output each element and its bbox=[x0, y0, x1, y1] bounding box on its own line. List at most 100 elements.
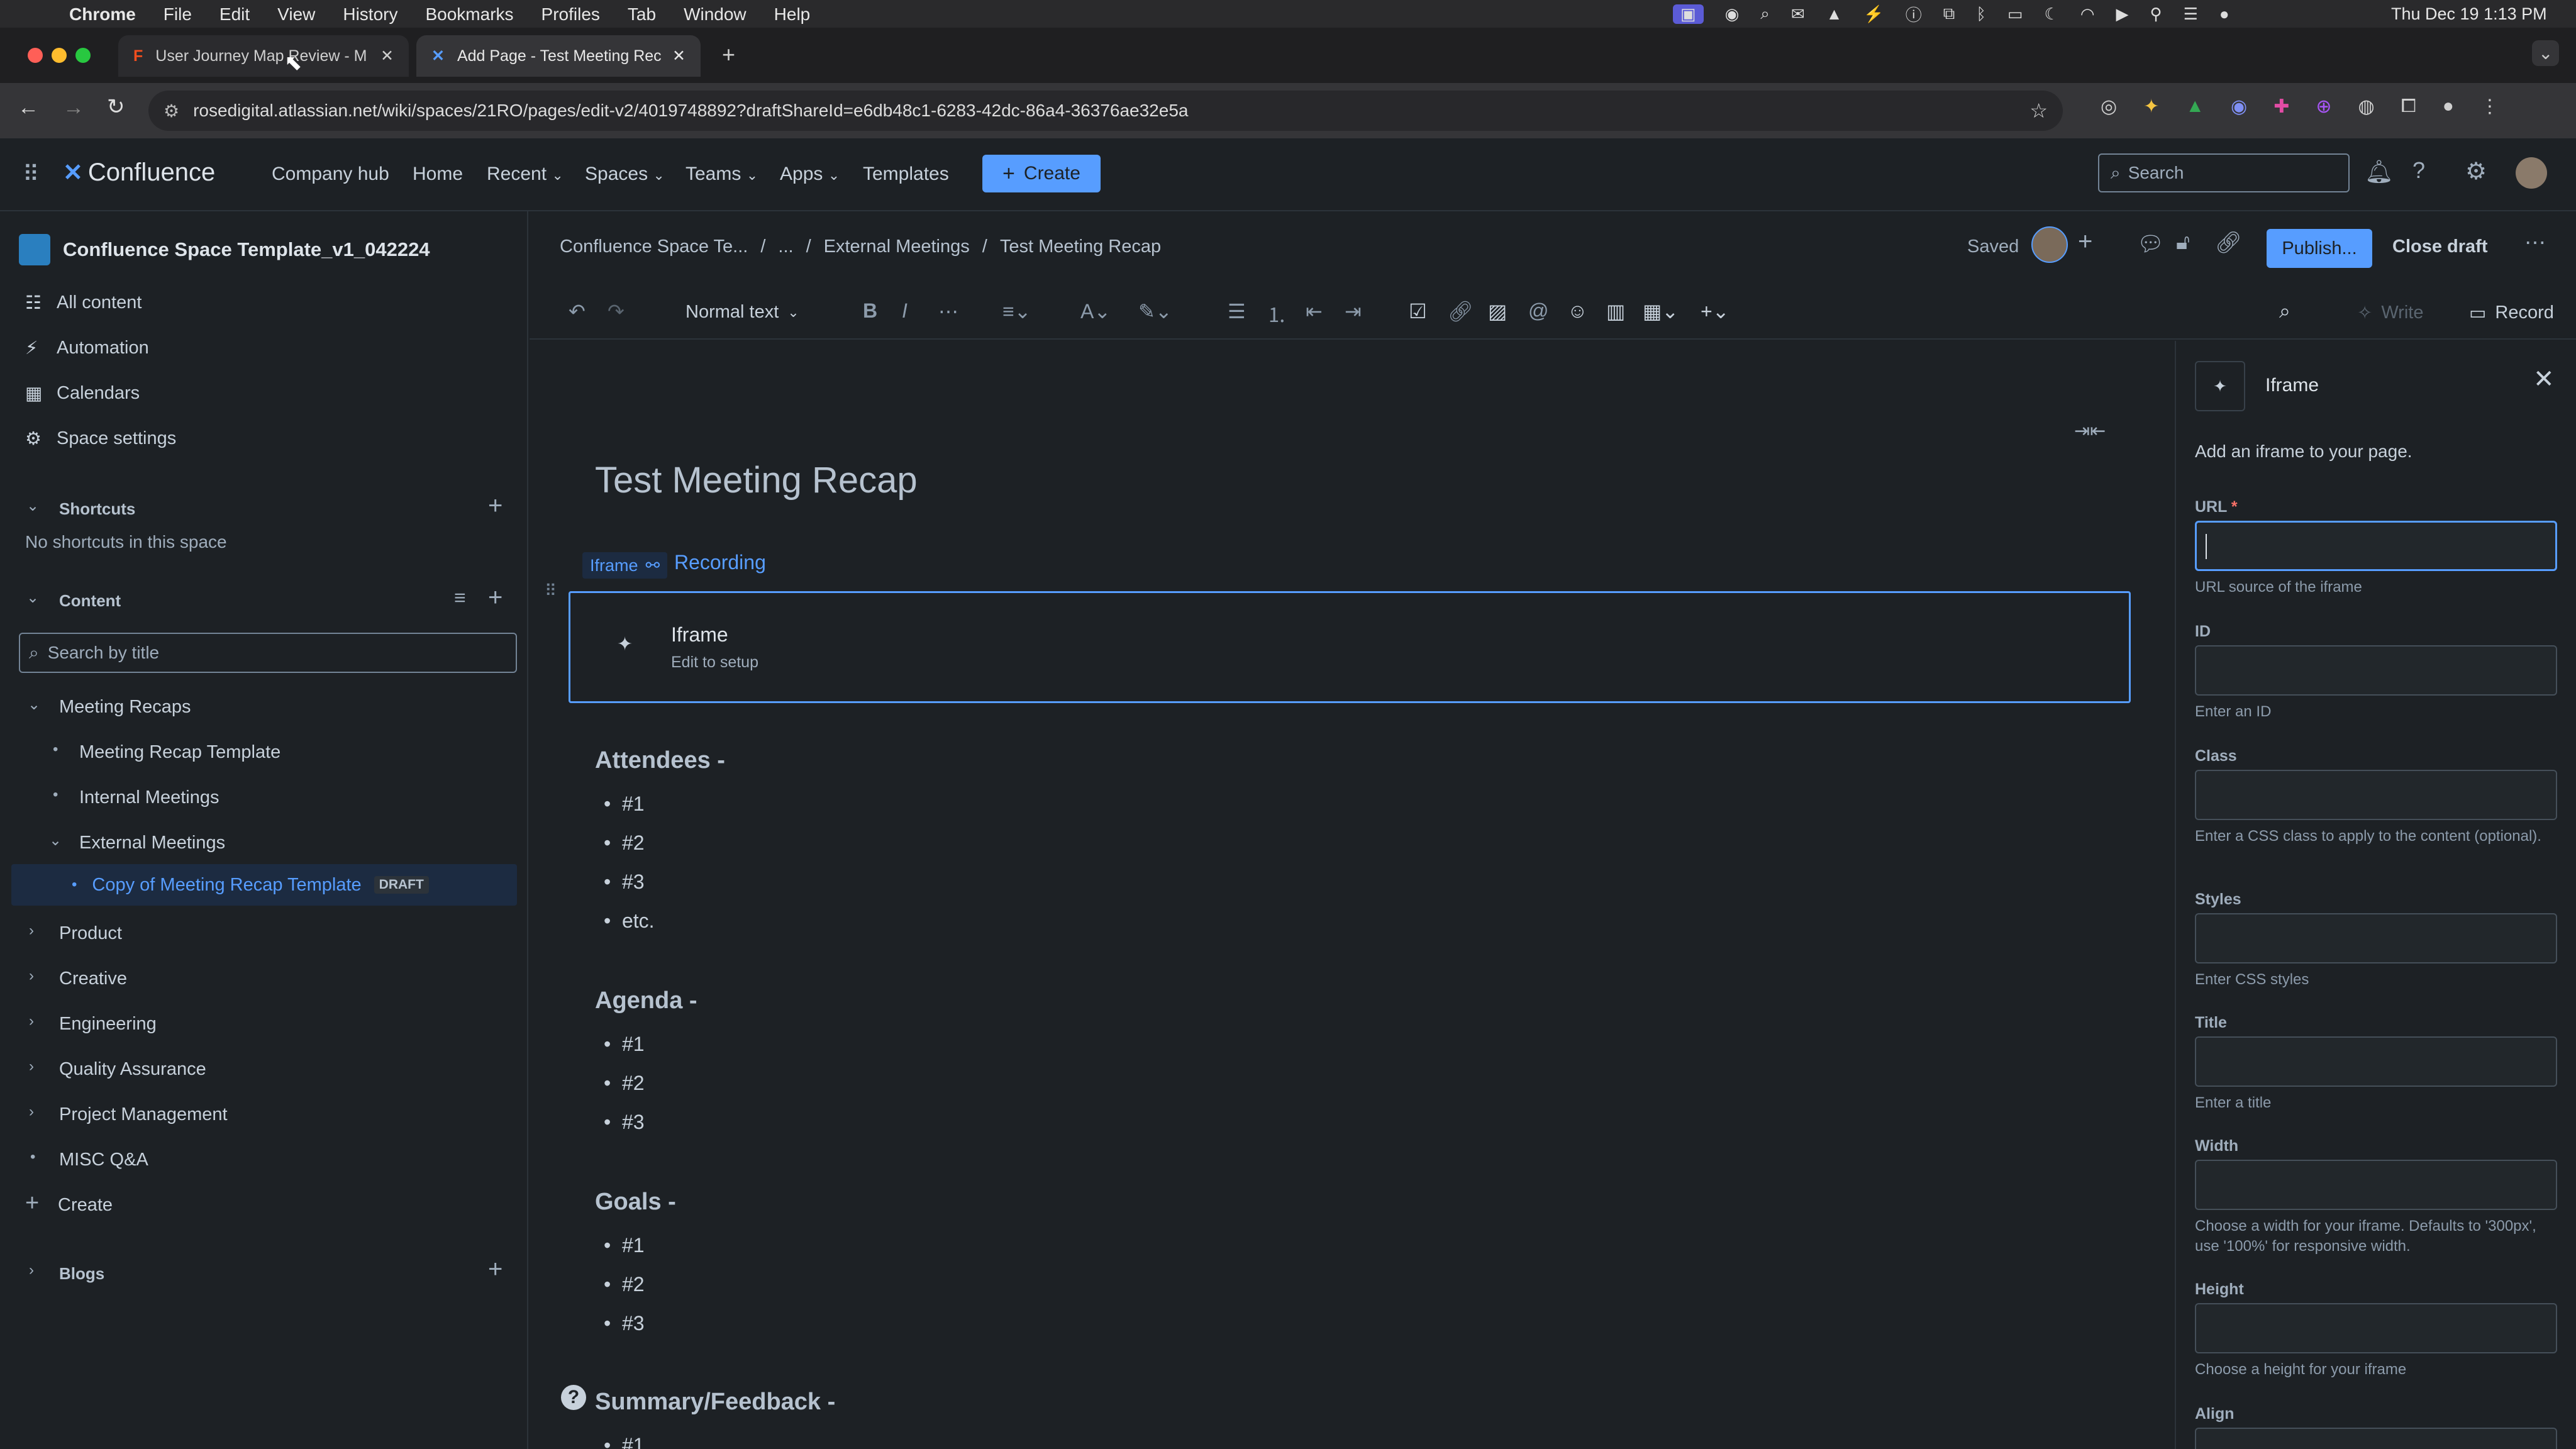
collaborator-avatar[interactable] bbox=[2031, 226, 2068, 263]
list-item[interactable]: • #1 bbox=[604, 1033, 645, 1056]
breadcrumb-current-page[interactable]: Test Meeting Recap bbox=[1000, 236, 1161, 257]
extension-icon[interactable]: ✚ bbox=[2273, 96, 2289, 118]
summary-heading[interactable]: Summary/Feedback - bbox=[595, 1389, 835, 1416]
space-header[interactable]: Confluence Space Template_v1_042224 bbox=[19, 234, 430, 265]
list-item[interactable]: • #3 bbox=[604, 1312, 645, 1335]
grammarly-icon[interactable]: ◉ bbox=[1725, 4, 1740, 24]
menu-window[interactable]: Window bbox=[684, 4, 747, 25]
tree-item-engineering[interactable]: Engineering bbox=[59, 1014, 157, 1035]
search-status-icon[interactable]: ⌕ bbox=[1760, 4, 1770, 24]
record-button[interactable]: ▭ Record bbox=[2469, 302, 2554, 324]
layout-icon[interactable]: ▥ bbox=[1606, 299, 1625, 323]
tree-item-internal-meetings[interactable]: Internal Meetings bbox=[79, 787, 219, 808]
menu-view[interactable]: View bbox=[277, 4, 315, 25]
list-item[interactable]: • #3 bbox=[604, 1111, 645, 1134]
tree-item-product[interactable]: Product bbox=[59, 923, 122, 944]
tree-item-copy-selected[interactable]: • Copy of Meeting Recap Template DRAFT bbox=[11, 864, 517, 906]
list-item[interactable]: • #2 bbox=[604, 1273, 645, 1296]
list-item[interactable]: • #2 bbox=[604, 1072, 645, 1095]
user-avatar[interactable] bbox=[2516, 157, 2547, 189]
app-icon[interactable]: ⓘ bbox=[1906, 3, 1922, 26]
tab-add-page[interactable]: ✕ Add Page - Test Meeting Rec ✕ bbox=[416, 35, 701, 77]
chevron-right-icon[interactable]: › bbox=[29, 1103, 34, 1121]
styles-input[interactable] bbox=[2195, 913, 2557, 963]
iframe-tag[interactable]: Iframe ⚯ bbox=[582, 552, 668, 579]
bookmark-star-icon[interactable]: ☆ bbox=[2029, 99, 2048, 123]
menu-profiles[interactable]: Profiles bbox=[541, 4, 600, 25]
blogs-heading[interactable]: Blogs bbox=[59, 1264, 104, 1284]
tab-user-journey[interactable]: F User Journey Map Review - M ✕ bbox=[118, 35, 409, 77]
list-item[interactable]: • #1 bbox=[604, 1434, 645, 1449]
task-checkbox-icon[interactable]: ☑ bbox=[1409, 299, 1427, 323]
extension-icon[interactable]: ◉ bbox=[2231, 96, 2247, 118]
drive-icon[interactable]: ▲ bbox=[2185, 96, 2204, 118]
tree-item-misc-qa[interactable]: MISC Q&A bbox=[59, 1150, 148, 1170]
alignment-icon[interactable]: ≡⌄ bbox=[1002, 299, 1031, 323]
numbered-list-icon[interactable]: ⒈ bbox=[1267, 299, 1287, 328]
filter-icon[interactable]: ≡ bbox=[454, 586, 466, 609]
battery-icon[interactable]: ▭ bbox=[2007, 4, 2023, 24]
tab-close-icon[interactable]: ✕ bbox=[672, 47, 686, 65]
tree-item-project-management[interactable]: Project Management bbox=[59, 1104, 228, 1125]
add-collaborator-icon[interactable]: + bbox=[2078, 228, 2092, 256]
list-item[interactable]: • #2 bbox=[604, 831, 645, 855]
reload-icon[interactable]: ↻ bbox=[107, 94, 125, 119]
create-button[interactable]: + Create bbox=[982, 155, 1101, 192]
full-width-toggle-icon[interactable]: ⇥⇤ bbox=[2074, 420, 2106, 442]
outdent-icon[interactable]: ⇤ bbox=[1306, 299, 1323, 323]
extension-icon[interactable]: ⊕ bbox=[2316, 96, 2331, 118]
iframe-macro-block[interactable]: ✦ Iframe Edit to setup bbox=[569, 591, 2131, 703]
agenda-heading[interactable]: Agenda - bbox=[595, 987, 697, 1014]
address-bar[interactable]: ⚙ rosedigital.atlassian.net/wiki/spaces/… bbox=[148, 91, 2063, 131]
search-input[interactable]: ⌕ Search bbox=[2098, 153, 2350, 192]
menu-history[interactable]: History bbox=[343, 4, 397, 25]
nav-home[interactable]: Home bbox=[413, 164, 463, 185]
close-panel-icon[interactable]: ✕ bbox=[2533, 365, 2555, 394]
play-icon[interactable]: ▶ bbox=[2116, 4, 2129, 24]
minimize-window-icon[interactable] bbox=[52, 48, 67, 63]
bullet-list-icon[interactable]: ☰ bbox=[1228, 299, 1246, 323]
plus-icon[interactable]: + bbox=[25, 1190, 39, 1217]
sidebar-search-input[interactable]: ⌕ Search by title bbox=[19, 633, 517, 673]
nav-spaces[interactable]: Spaces ⌄ bbox=[585, 164, 665, 185]
id-input[interactable] bbox=[2195, 645, 2557, 696]
tree-item-meeting-recap-template[interactable]: Meeting Recap Template bbox=[79, 742, 280, 763]
add-content-icon[interactable]: + bbox=[488, 584, 502, 612]
title-input[interactable] bbox=[2195, 1036, 2557, 1087]
edit-settings-icon[interactable]: ⚯ bbox=[646, 556, 660, 575]
menu-file[interactable]: File bbox=[164, 4, 192, 25]
back-icon[interactable]: ← bbox=[18, 96, 39, 120]
chevron-down-icon[interactable]: ⌄ bbox=[28, 696, 40, 714]
recording-link[interactable]: Recording bbox=[674, 551, 766, 574]
mention-icon[interactable]: @ bbox=[1528, 299, 1548, 323]
nav-templates[interactable]: Templates bbox=[863, 164, 949, 185]
site-info-icon[interactable]: ⚙ bbox=[164, 101, 179, 121]
goals-heading[interactable]: Goals - bbox=[595, 1189, 676, 1216]
control-center-icon[interactable]: ☰ bbox=[2184, 4, 2198, 24]
tree-item-creative[interactable]: Creative bbox=[59, 969, 127, 989]
nav-apps[interactable]: Apps ⌄ bbox=[780, 164, 840, 185]
settings-gear-icon[interactable]: ⚙ bbox=[2465, 157, 2487, 186]
new-tab-icon[interactable]: + bbox=[722, 42, 735, 68]
puzzle-icon[interactable]: ⧠ bbox=[2401, 96, 2416, 118]
nav-teams[interactable]: Teams ⌄ bbox=[686, 164, 758, 185]
menu-app[interactable]: Chrome bbox=[69, 4, 136, 25]
chrome-menu-icon[interactable]: ⋮ bbox=[2480, 96, 2499, 118]
list-item[interactable]: • #3 bbox=[604, 870, 645, 894]
tab-close-icon[interactable]: ✕ bbox=[380, 47, 394, 65]
text-color-icon[interactable]: A⌄ bbox=[1080, 299, 1111, 323]
sidebar-item-automation[interactable]: ⚡︎ Automation bbox=[25, 337, 149, 359]
more-actions-icon[interactable]: ⋯ bbox=[2524, 230, 2546, 255]
sidebar-create-link[interactable]: Create bbox=[58, 1195, 113, 1216]
url-input[interactable] bbox=[2195, 521, 2557, 571]
chevron-right-icon[interactable]: › bbox=[29, 922, 34, 940]
wifi-icon[interactable]: ◠ bbox=[2080, 4, 2095, 24]
nav-company-hub[interactable]: Company hub bbox=[272, 164, 389, 185]
find-icon[interactable]: ⌕ bbox=[2279, 299, 2290, 323]
menu-tab[interactable]: Tab bbox=[628, 4, 656, 25]
profile-avatar-icon[interactable]: ● bbox=[2443, 96, 2454, 118]
app-icon[interactable]: ▲ bbox=[1826, 4, 1843, 24]
spotlight-icon[interactable]: ⚲ bbox=[2150, 4, 2162, 24]
app-icon[interactable]: ✉ bbox=[1791, 4, 1805, 24]
sidebar-item-calendars[interactable]: ▦ Calendars bbox=[25, 382, 140, 404]
